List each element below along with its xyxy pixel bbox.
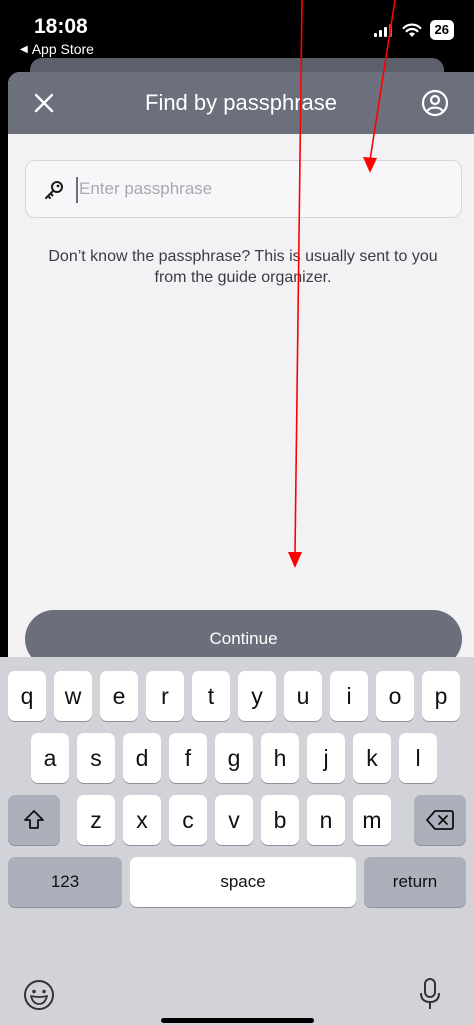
key-n[interactable]: n <box>307 795 345 845</box>
key-w[interactable]: w <box>54 671 92 721</box>
key-j[interactable]: j <box>307 733 345 783</box>
numbers-key[interactable]: 123 <box>8 857 122 907</box>
passphrase-input[interactable] <box>79 161 449 217</box>
signal-icon <box>373 24 392 37</box>
profile-button[interactable] <box>420 88 450 118</box>
key-i[interactable]: i <box>330 671 368 721</box>
key-q[interactable]: q <box>8 671 46 721</box>
key-t[interactable]: t <box>192 671 230 721</box>
key-x[interactable]: x <box>123 795 161 845</box>
passphrase-field[interactable] <box>25 160 462 218</box>
continue-button[interactable]: Continue <box>25 610 462 657</box>
delete-key[interactable] <box>414 795 466 845</box>
shift-icon <box>24 810 44 829</box>
key-m[interactable]: m <box>353 795 391 845</box>
wifi-icon <box>402 23 422 37</box>
find-by-passphrase-sheet: Find by passphrase Don’t know the passph… <box>8 72 474 657</box>
help-text: Don’t know the passphrase? This is usual… <box>48 248 438 286</box>
home-indicator <box>161 1018 314 1023</box>
key-h[interactable]: h <box>261 733 299 783</box>
microphone-icon[interactable] <box>418 977 442 1011</box>
battery-level: 26 <box>429 20 454 40</box>
key-e[interactable]: e <box>100 671 138 721</box>
back-label: App Store <box>31 41 94 57</box>
key-y[interactable]: y <box>238 671 276 721</box>
key-d[interactable]: d <box>123 733 161 783</box>
profile-icon <box>421 89 449 117</box>
text-cursor <box>76 177 78 203</box>
emoji-icon[interactable] <box>23 979 55 1011</box>
key-icon <box>45 181 63 199</box>
key-a[interactable]: a <box>31 733 69 783</box>
shift-key[interactable] <box>8 795 60 845</box>
back-triangle-icon: ◀ <box>20 43 28 55</box>
key-b[interactable]: b <box>261 795 299 845</box>
backspace-icon <box>426 810 454 830</box>
key-u[interactable]: u <box>284 671 322 721</box>
key-o[interactable]: o <box>376 671 414 721</box>
keyboard: q w e r t y u i o p a s d f g h j k l z … <box>0 657 474 1025</box>
key-c[interactable]: c <box>169 795 207 845</box>
back-to-app-store[interactable]: ◀ App Store <box>20 41 94 57</box>
space-key[interactable]: space <box>130 857 356 907</box>
return-key[interactable]: return <box>364 857 466 907</box>
page-title: Find by passphrase <box>145 90 337 115</box>
status-time: 18:08 <box>34 15 88 38</box>
key-l[interactable]: l <box>399 733 437 783</box>
key-f[interactable]: f <box>169 733 207 783</box>
sheet-header: Find by passphrase <box>8 72 474 134</box>
key-r[interactable]: r <box>146 671 184 721</box>
key-s[interactable]: s <box>77 733 115 783</box>
key-v[interactable]: v <box>215 795 253 845</box>
status-indicators: 26 <box>373 20 454 40</box>
key-z[interactable]: z <box>77 795 115 845</box>
key-p[interactable]: p <box>422 671 460 721</box>
key-g[interactable]: g <box>215 733 253 783</box>
key-k[interactable]: k <box>353 733 391 783</box>
